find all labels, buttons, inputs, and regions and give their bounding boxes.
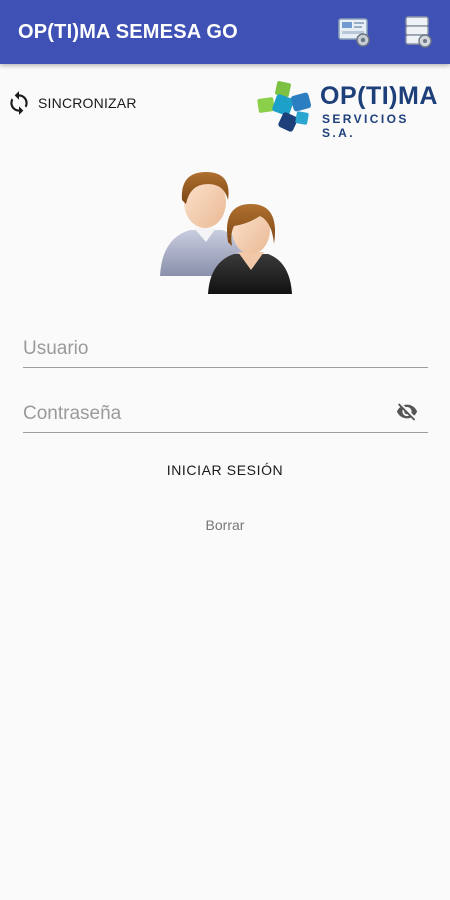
users-avatar-icon: [160, 172, 292, 294]
app-title: OP(TI)MA SEMESA GO: [18, 20, 238, 43]
server-settings-icon: [338, 18, 370, 47]
sync-icon: [10, 91, 28, 115]
password-input[interactable]: [23, 389, 428, 432]
database-settings-icon: [405, 16, 432, 48]
optima-logo-mark: [257, 81, 312, 132]
server-settings-button[interactable]: [337, 14, 373, 50]
company-logo: OP(TI)MA SERVICIOS S.A.: [254, 80, 438, 140]
login-button[interactable]: INICIAR SESIÓN: [125, 452, 325, 488]
sync-button[interactable]: SINCRONIZAR: [6, 88, 137, 118]
username-field[interactable]: [23, 324, 428, 368]
username-input[interactable]: [23, 324, 428, 367]
logo-subtitle: SERVICIOS S.A.: [322, 112, 409, 140]
database-settings-button[interactable]: [401, 14, 437, 50]
password-field[interactable]: [23, 389, 428, 433]
app-bar: OP(TI)MA SEMESA GO: [0, 0, 450, 64]
eye-off-icon: [396, 403, 418, 421]
users-avatar: [156, 166, 296, 296]
password-visibility-toggle[interactable]: [394, 401, 420, 423]
sync-label: SINCRONIZAR: [38, 95, 137, 111]
logo-wordmark: OP(TI)MA: [320, 82, 438, 110]
clear-button[interactable]: Borrar: [165, 510, 285, 540]
